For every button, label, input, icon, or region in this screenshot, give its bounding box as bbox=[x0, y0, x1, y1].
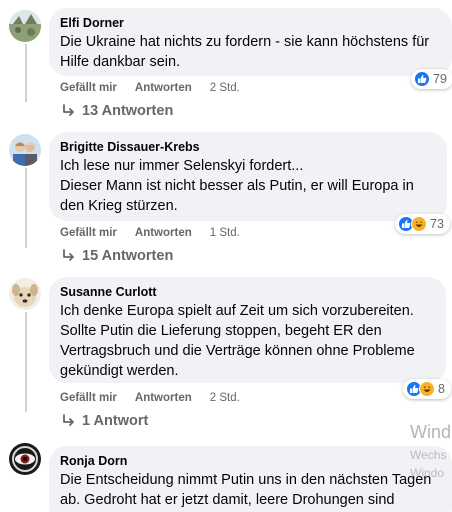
comment-author[interactable]: Susanne Curlott bbox=[60, 284, 434, 301]
watermark-line: Wechs bbox=[410, 448, 447, 462]
watermark-line: Windo bbox=[410, 466, 445, 480]
thread-line bbox=[25, 312, 27, 412]
haha-reaction-icon bbox=[419, 381, 435, 397]
avatar[interactable] bbox=[9, 278, 41, 310]
reply-arrow-icon bbox=[63, 414, 74, 426]
reply-arrow-icon bbox=[63, 104, 74, 116]
haha-reaction-icon bbox=[411, 216, 427, 232]
comment-bubble: Susanne Curlott Ich denke Europa spielt … bbox=[49, 277, 446, 383]
like-button[interactable]: Gefällt mir bbox=[60, 391, 117, 405]
comment-timestamp[interactable]: 2 Std. bbox=[210, 81, 240, 95]
view-replies-link[interactable]: 15 Antworten bbox=[62, 248, 173, 264]
view-replies-link[interactable]: 1 Antwort bbox=[62, 413, 148, 429]
reaction-count: 8 bbox=[438, 382, 445, 396]
thread-line bbox=[25, 168, 27, 248]
view-replies-link[interactable]: 13 Antworten bbox=[62, 103, 173, 119]
avatar[interactable] bbox=[9, 10, 41, 42]
like-reaction-icon bbox=[414, 71, 430, 87]
comment-author[interactable]: Ronja Dorn bbox=[60, 453, 440, 470]
replies-count-label[interactable]: 15 Antworten bbox=[82, 248, 173, 264]
comment-timestamp[interactable]: 2 Std. bbox=[210, 391, 240, 405]
comment-timestamp[interactable]: 1 Std. bbox=[210, 226, 240, 240]
comment-text: Die Ukraine hat nichts zu fordern - sie … bbox=[60, 34, 430, 70]
like-button[interactable]: Gefällt mir bbox=[60, 81, 117, 95]
comment-bubble: Ronja Dorn Die Entscheidung nimmt Putin … bbox=[49, 446, 452, 512]
reaction-count: 79 bbox=[433, 72, 447, 86]
avatar[interactable] bbox=[9, 134, 41, 166]
windows-activation-watermark-subtext: Wechs Windo bbox=[410, 446, 446, 482]
comment-author[interactable]: Elfi Dorner bbox=[60, 15, 440, 32]
replies-count-label[interactable]: 1 Antwort bbox=[82, 413, 148, 429]
reaction-summary[interactable]: 8 bbox=[403, 379, 451, 399]
thread-line bbox=[25, 44, 27, 102]
comment-text: Die Entscheidung nimmt Putin uns in den … bbox=[60, 472, 432, 508]
reply-button[interactable]: Antworten bbox=[135, 391, 192, 405]
comment-actions: Gefällt mir Antworten 2 Std. bbox=[60, 81, 240, 95]
comment-bubble: Brigitte Dissauer-Krebs Ich lese nur imm… bbox=[49, 132, 447, 221]
reaction-count: 73 bbox=[430, 217, 444, 231]
comment-text: Ich denke Europa spielt auf Zeit um sich… bbox=[60, 303, 415, 379]
reaction-summary[interactable]: 79 bbox=[411, 69, 452, 89]
reaction-summary[interactable]: 73 bbox=[395, 214, 450, 234]
comment-text: Ich lese nur immer Selenskyi fordert... … bbox=[60, 158, 414, 214]
replies-count-label[interactable]: 13 Antworten bbox=[82, 103, 173, 119]
windows-activation-watermark: Wind bbox=[410, 422, 452, 442]
comment-actions: Gefällt mir Antworten 2 Std. bbox=[60, 391, 240, 405]
reply-button[interactable]: Antworten bbox=[135, 81, 192, 95]
avatar[interactable] bbox=[9, 443, 41, 475]
comment-bubble: Elfi Dorner Die Ukraine hat nichts zu fo… bbox=[49, 8, 452, 76]
reply-button[interactable]: Antworten bbox=[135, 226, 192, 240]
comment-author[interactable]: Brigitte Dissauer-Krebs bbox=[60, 139, 435, 156]
comment-actions: Gefällt mir Antworten 1 Std. bbox=[60, 226, 240, 240]
like-button[interactable]: Gefällt mir bbox=[60, 226, 117, 240]
reply-arrow-icon bbox=[63, 249, 74, 261]
